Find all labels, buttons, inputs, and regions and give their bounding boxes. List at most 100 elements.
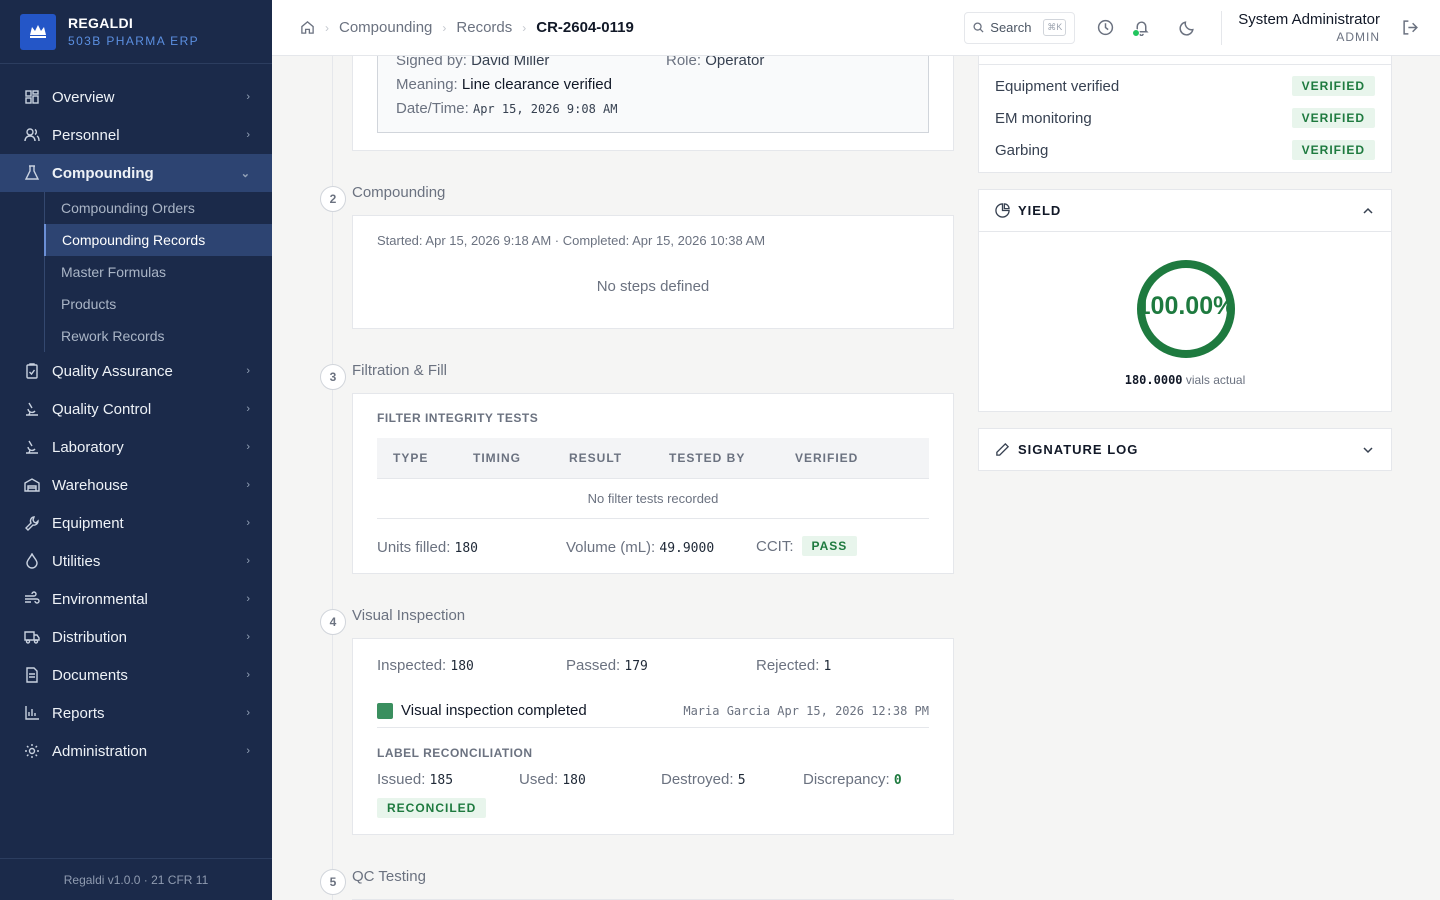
chevron-right-icon: › <box>246 593 250 605</box>
header-actions: Search ⌘K System Administrator ADMIN <box>964 10 1440 45</box>
sidebar-subitem-compounding-records[interactable]: Compounding Records <box>44 224 272 256</box>
used-label: Used: <box>519 771 559 788</box>
sidebar-item-label: Overview <box>52 88 115 106</box>
home-icon[interactable] <box>300 20 315 35</box>
sidebar-item-label: Personnel <box>52 126 120 144</box>
logout-button[interactable] <box>1394 12 1426 44</box>
search-button[interactable]: Search ⌘K <box>964 11 1076 44</box>
breadcrumb-records[interactable]: Records <box>456 19 512 36</box>
bar-chart-icon <box>24 705 40 721</box>
column-header[interactable]: RESULT <box>553 451 653 465</box>
filtration-card: FILTER INTEGRITY TESTS TYPE TIMING RESUL… <box>352 393 954 574</box>
gear-icon <box>24 743 40 759</box>
passed-value: 179 <box>624 659 648 674</box>
inspected-value: 180 <box>450 659 474 674</box>
sidebar-subitem-products[interactable]: Products <box>45 288 272 320</box>
sidebar-item-label: Reports <box>52 704 105 722</box>
brand[interactable]: REGALDI 503B PHARMA ERP <box>0 0 272 64</box>
step-number: 4 <box>320 609 346 635</box>
column-header[interactable]: TESTED BY <box>653 451 779 465</box>
user-name: System Administrator <box>1238 11 1380 28</box>
step-number: 5 <box>320 869 346 895</box>
document-icon <box>24 667 40 683</box>
checkbox[interactable] <box>377 702 393 719</box>
theme-toggle-button[interactable] <box>1171 12 1203 44</box>
table-header: TYPE TIMING RESULT TESTED BY VERIFIED <box>377 438 929 479</box>
signed-by-value: David Miller <box>471 56 550 69</box>
sidebar-item-distribution[interactable]: Distribution › <box>0 618 272 656</box>
ccit-status-badge: PASS <box>801 536 858 556</box>
sidebar-subitem-rework-records[interactable]: Rework Records <box>45 320 272 352</box>
microscope-icon <box>24 439 40 455</box>
check-row: EM monitoring VERIFIED <box>979 102 1391 134</box>
compounding-submenu: Compounding Orders Compounding Records M… <box>44 192 272 352</box>
volume-value: 49.9000 <box>659 541 715 556</box>
microscope-icon <box>24 401 40 417</box>
sidebar-item-administration[interactable]: Administration › <box>0 732 272 770</box>
sidebar-item-personnel[interactable]: Personnel › <box>0 116 272 154</box>
column-header[interactable]: TYPE <box>377 451 457 465</box>
breadcrumb-compounding[interactable]: Compounding <box>339 19 432 36</box>
user-info[interactable]: System Administrator ADMIN <box>1238 11 1380 44</box>
sidebar-item-laboratory[interactable]: Laboratory › <box>0 428 272 466</box>
yield-panel-header[interactable]: YIELD <box>979 190 1391 232</box>
signature-log-header[interactable]: SIGNATURE LOG <box>979 429 1391 470</box>
fill-volume: Volume (mL): 49.9000 <box>566 539 714 556</box>
sidebar-item-documents[interactable]: Documents › <box>0 656 272 694</box>
search-icon <box>973 22 984 33</box>
chevron-down-icon[interactable] <box>1361 443 1375 457</box>
labels-used: Used: 180 <box>519 771 586 788</box>
chevron-right-icon: › <box>246 403 250 415</box>
passed-count: Passed: 179 <box>566 657 648 674</box>
divider <box>377 727 929 728</box>
sidebar-item-utilities[interactable]: Utilities › <box>0 542 272 580</box>
chevron-right-icon: › <box>246 669 250 681</box>
divider <box>1221 10 1223 45</box>
search-label: Search <box>990 20 1032 35</box>
completed-by: Maria Garcia Apr 15, 2026 12:38 PM <box>683 704 929 718</box>
ccit-result: CCIT: PASS <box>756 536 858 556</box>
column-header[interactable]: TIMING <box>457 451 553 465</box>
step-number: 2 <box>320 186 346 212</box>
labels-destroyed: Destroyed: 5 <box>661 771 746 788</box>
sidebar-item-equipment[interactable]: Equipment › <box>0 504 272 542</box>
history-button[interactable] <box>1089 12 1121 44</box>
sidebar-nav: Overview › Personnel › Compounding ⌄ Com… <box>0 64 272 770</box>
sidebar-item-quality-control[interactable]: Quality Control › <box>0 390 272 428</box>
truck-icon <box>24 629 40 645</box>
issued-label: Issued: <box>377 771 426 788</box>
sidebar-footer: Regaldi v1.0.0 · 21 CFR 11 <box>0 858 272 900</box>
chevron-up-icon[interactable] <box>1361 204 1375 218</box>
chevron-right-icon: › <box>246 707 250 719</box>
sidebar-item-environmental[interactable]: Environmental › <box>0 580 272 618</box>
datetime-label: Date/Time: <box>396 100 469 117</box>
yield-gauge: 100.00% <box>1134 257 1238 361</box>
signed-by-row: Signed by: David Miller <box>396 56 549 69</box>
visual-inspection-status: Visual inspection completed <box>377 702 587 719</box>
timeline-line <box>332 56 333 900</box>
meaning-value: Line clearance verified <box>461 76 612 93</box>
yield-panel: YIELD 100.00% 180.0000 vials actual <box>978 189 1392 412</box>
discrepancy-value: 0 <box>893 773 902 788</box>
units-filled: Units filled: 180 <box>377 539 478 556</box>
sidebar-item-warehouse[interactable]: Warehouse › <box>0 466 272 504</box>
warehouse-icon <box>24 477 40 493</box>
sidebar-item-quality-assurance[interactable]: Quality Assurance › <box>0 352 272 390</box>
column-header[interactable]: VERIFIED <box>779 451 899 465</box>
role-label: Role: <box>666 56 702 69</box>
sidebar-item-compounding[interactable]: Compounding ⌄ <box>0 154 272 192</box>
sidebar-item-overview[interactable]: Overview › <box>0 78 272 116</box>
yield-actual: 180.0000 vials actual <box>979 373 1391 387</box>
notifications-button[interactable] <box>1125 12 1157 44</box>
check-row: Equipment verified VERIFIED <box>979 70 1391 102</box>
completed-text: Visual inspection completed <box>401 702 587 719</box>
table-empty-row: No filter tests recorded <box>377 479 929 519</box>
rejected-count: Rejected: 1 <box>756 657 831 674</box>
sidebar-item-reports[interactable]: Reports › <box>0 694 272 732</box>
yield-actual-label: vials actual <box>1185 373 1246 387</box>
signed-by-label: Signed by: <box>396 56 467 69</box>
search-shortcut: ⌘K <box>1043 19 1067 36</box>
sidebar-subitem-master-formulas[interactable]: Master Formulas <box>45 256 272 288</box>
sidebar-subitem-compounding-orders[interactable]: Compounding Orders <box>45 192 272 224</box>
reconciled-badge: RECONCILED <box>377 798 487 818</box>
